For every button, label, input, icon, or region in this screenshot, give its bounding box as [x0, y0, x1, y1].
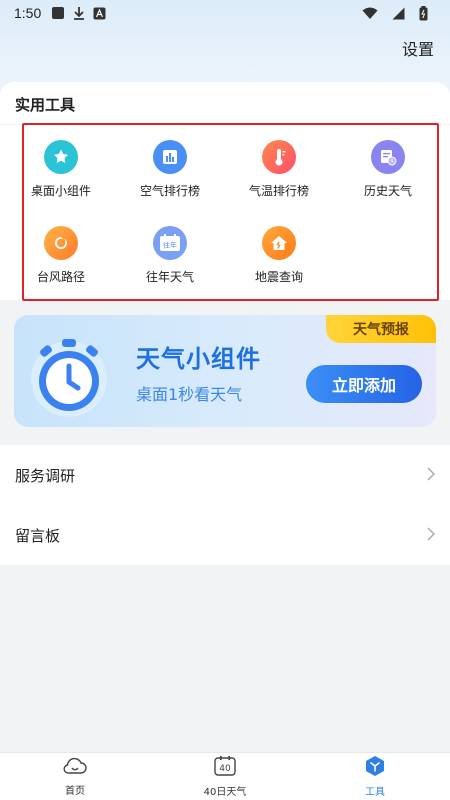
download-icon — [73, 6, 85, 20]
app-notification-icon — [93, 7, 106, 20]
highlight-box — [22, 123, 439, 301]
tab-tools[interactable]: 工具 — [300, 753, 450, 800]
tab-label: 首页 — [65, 786, 85, 797]
wifi-icon — [362, 7, 378, 20]
tools-hexagon-icon — [364, 755, 386, 781]
stopwatch-icon — [26, 333, 112, 419]
tab-40-day-weather[interactable]: 40 40日天气 — [150, 753, 300, 800]
chevron-right-icon — [427, 466, 436, 485]
tab-label: 40日天气 — [203, 787, 247, 798]
tools-section: 实用工具 桌面小组件 空气排行榜 气温排行榜 历史天气 台风路径 往年 往年天气… — [0, 82, 450, 301]
banner-subtitle: 桌面1秒看天气 — [136, 385, 243, 404]
menu-item-label: 留言板 — [15, 526, 61, 545]
status-bar: 1:50 — [0, 0, 450, 26]
widget-promo-banner[interactable]: 天气预报 天气小组件 桌面1秒看天气 立即添加 — [14, 315, 436, 427]
menu-item-service-survey[interactable]: 服务调研 — [0, 445, 450, 505]
cloud-home-icon — [62, 756, 88, 780]
tab-label: 工具 — [365, 787, 385, 798]
add-widget-button[interactable]: 立即添加 — [306, 365, 422, 403]
menu-item-label: 服务调研 — [15, 466, 76, 485]
tab-home[interactable]: 首页 — [0, 753, 150, 800]
banner-title: 天气小组件 — [136, 345, 261, 373]
section-title: 实用工具 — [15, 96, 76, 114]
calendar-40-icon: 40 — [213, 755, 237, 781]
bottom-tab-bar: 首页 40 40日天气 工具 — [0, 752, 450, 800]
status-time: 1:50 — [14, 5, 42, 21]
svg-text:40: 40 — [219, 764, 231, 774]
battery-icon — [419, 5, 428, 21]
signal-icon — [392, 7, 405, 20]
menu-list: 服务调研 留言板 — [0, 445, 450, 565]
menu-item-message-board[interactable]: 留言板 — [0, 505, 450, 565]
chevron-right-icon — [427, 526, 436, 545]
notification-square-icon — [51, 6, 65, 20]
settings-button[interactable]: 设置 — [402, 36, 434, 60]
banner-tag: 天气预报 — [326, 315, 436, 343]
